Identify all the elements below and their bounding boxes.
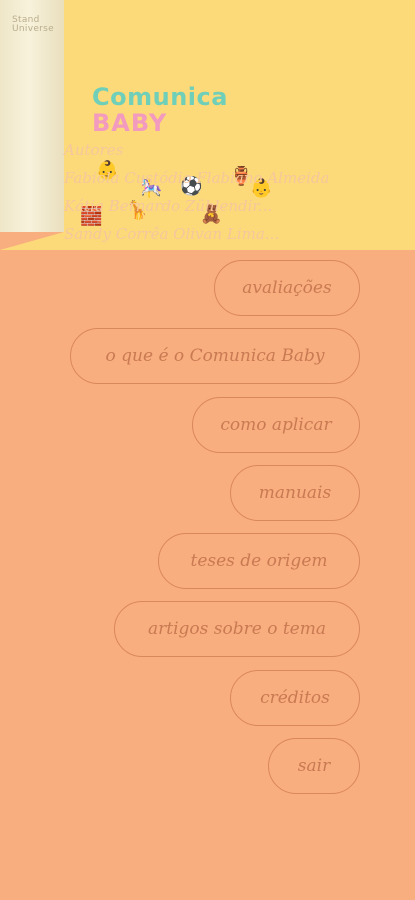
menu-button-o-que-e[interactable]: o que é o Comunica Baby — [70, 328, 360, 384]
app-logo: Comunica BABY — [92, 84, 228, 136]
menu-button-como-aplicar[interactable]: como aplicar — [192, 397, 360, 453]
authors-heading: Autores — [64, 141, 124, 159]
author-name: Sandy Corrêa Olivan Lima... — [64, 225, 280, 243]
menu-button-avaliacoes[interactable]: avaliações — [214, 260, 360, 316]
author-name: Kátia Bernardo Zühlendir... — [64, 197, 273, 215]
menu-button-manuais[interactable]: manuais — [230, 465, 360, 521]
menu-button-teses[interactable]: teses de origem — [158, 533, 360, 589]
author-name: Fabiola Custódio Flabiano Almeida — [64, 169, 330, 187]
book-spine: Stand Universe — [0, 0, 64, 232]
authors-credits: Autores Fabiola Custódio Flabiano Almeid… — [64, 136, 329, 248]
corner-watermark: Stand Universe — [12, 15, 54, 34]
menu-button-sair[interactable]: sair — [268, 738, 360, 794]
logo-text-comunica: Comunica — [92, 83, 228, 111]
logo-text-baby: BABY — [92, 109, 168, 137]
menu-button-artigos[interactable]: artigos sobre o tema — [114, 601, 360, 657]
menu-button-creditos[interactable]: créditos — [230, 670, 360, 726]
